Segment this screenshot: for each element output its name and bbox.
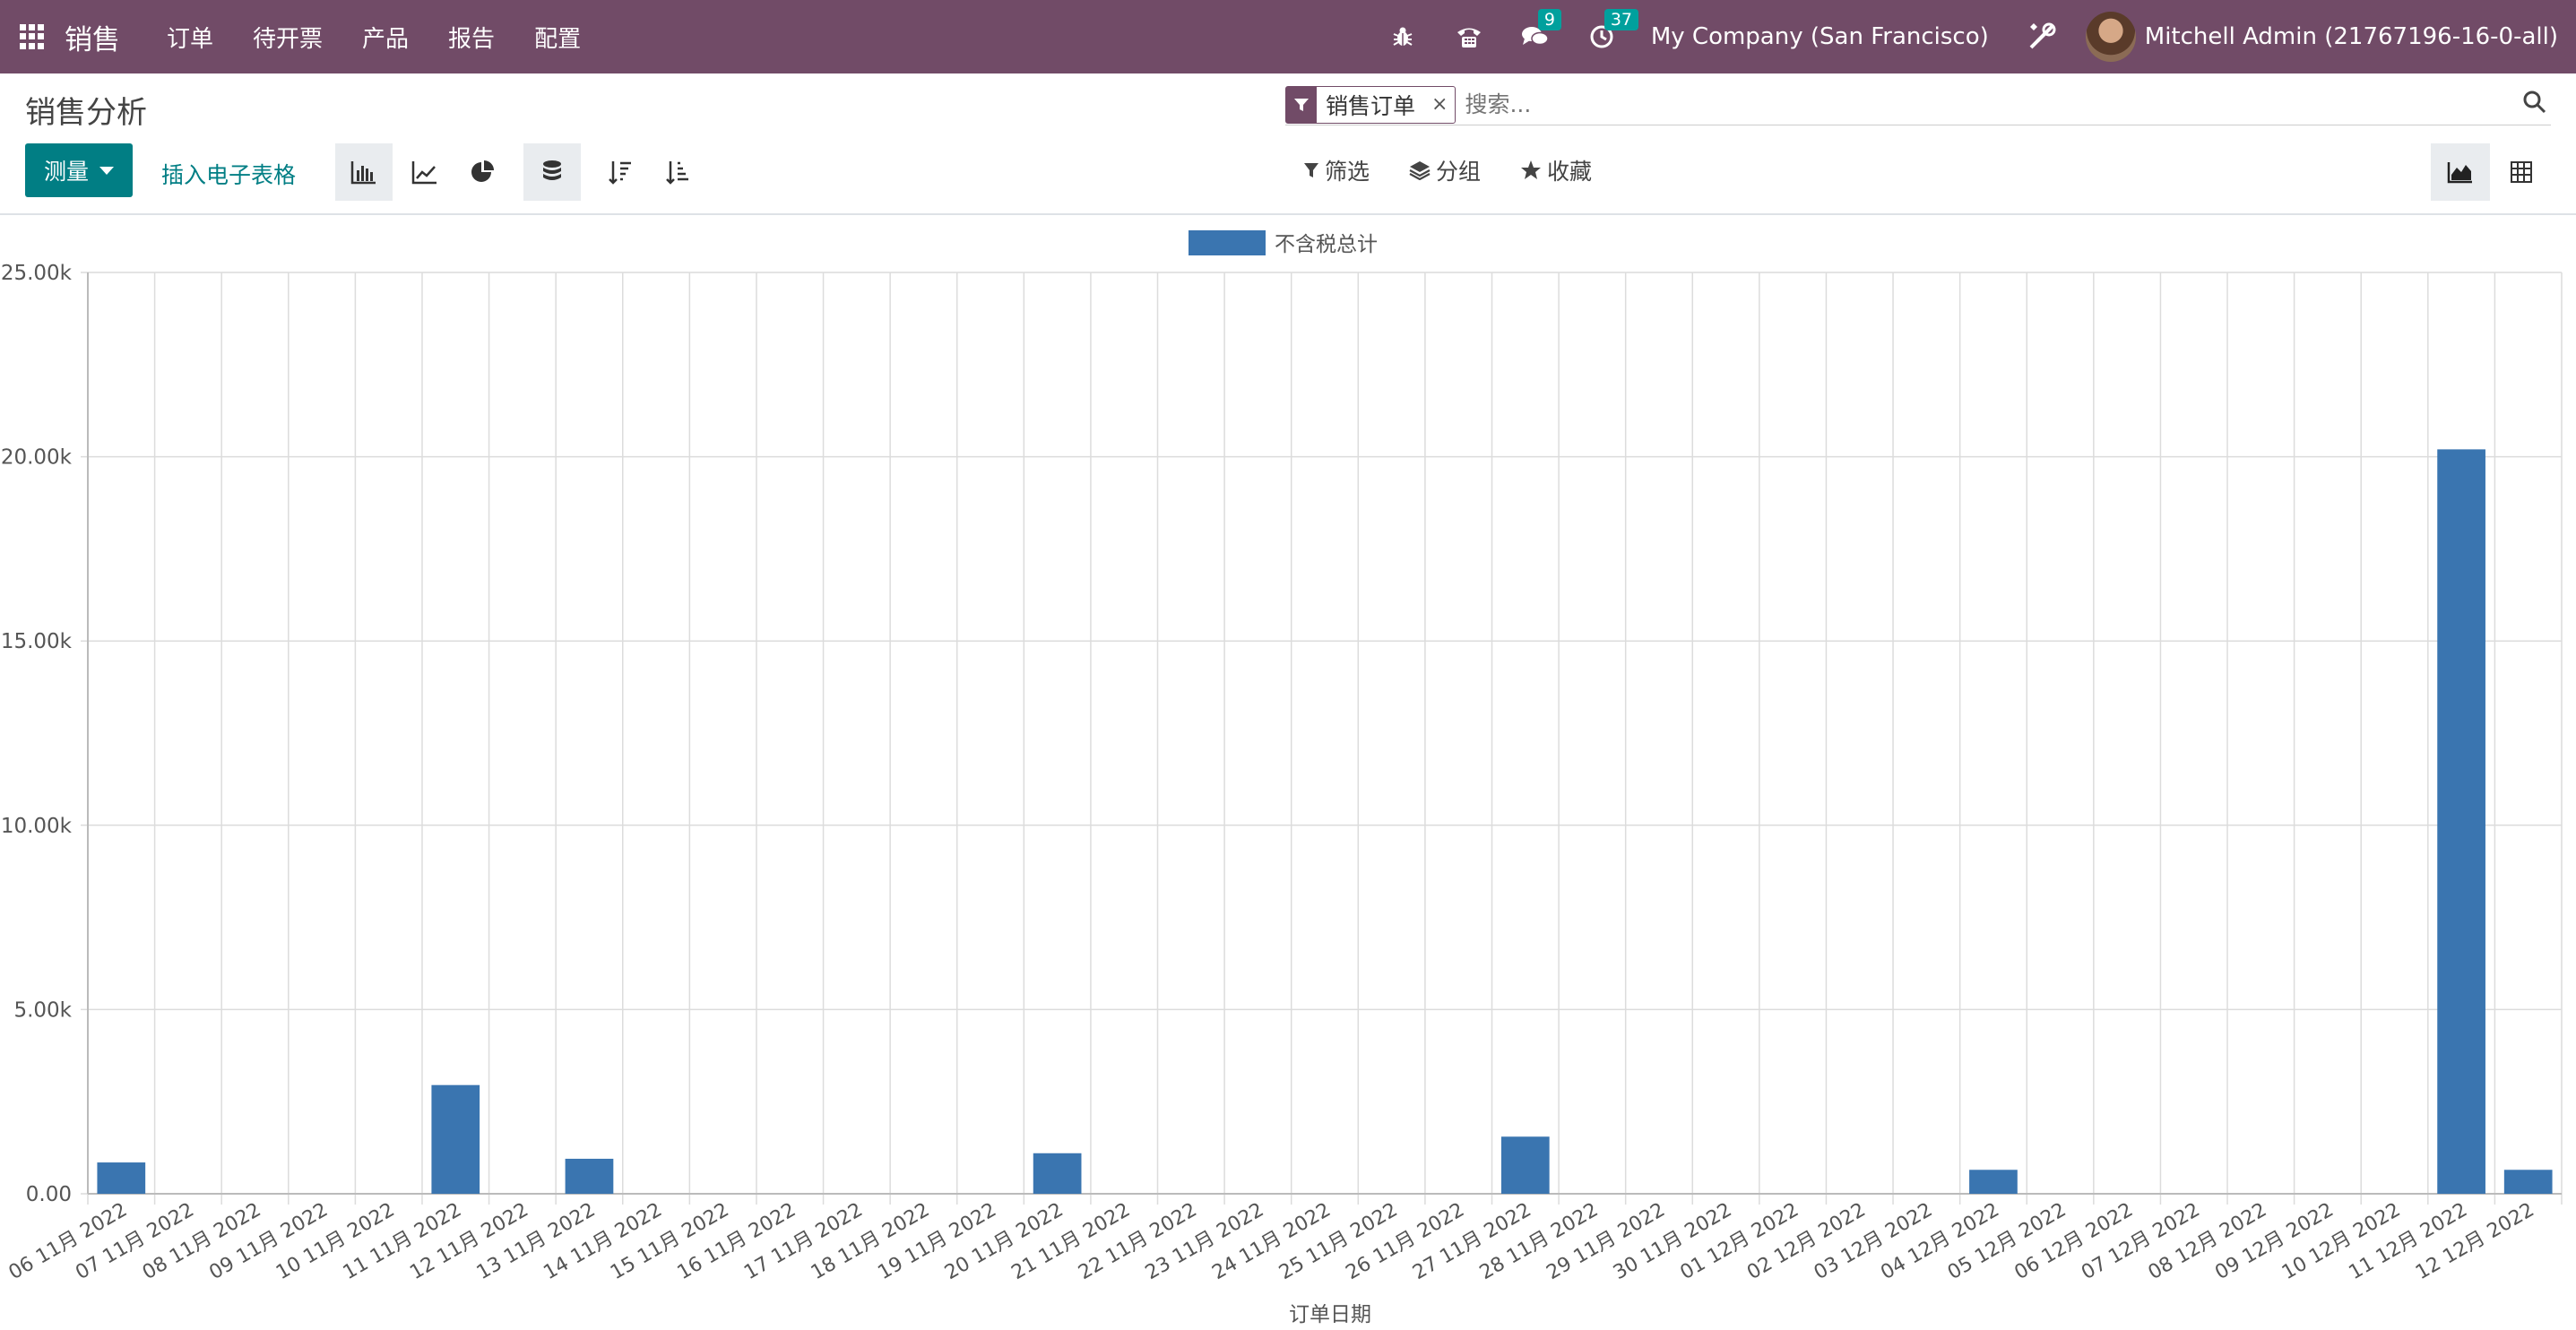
y-tick-label: 20.00k <box>1 446 73 470</box>
sort-descending-button[interactable] <box>592 143 649 201</box>
menu-reporting[interactable]: 报告 <box>448 21 495 54</box>
y-tick-label: 15.00k <box>1 630 73 653</box>
debug-bug-icon[interactable] <box>1387 22 1418 52</box>
layers-icon <box>1409 161 1431 180</box>
filter-icon <box>1286 86 1317 123</box>
menu-orders[interactable]: 订单 <box>167 21 213 54</box>
main-navbar: 销售 订单 待开票 产品 报告 配置 9 37 My Company (San … <box>0 0 2576 73</box>
control-panel-divider <box>0 213 2576 215</box>
search-input[interactable] <box>1465 91 2551 117</box>
group-by-label: 分组 <box>1436 159 1482 185</box>
legend-swatch[interactable] <box>1189 230 1266 255</box>
y-tick-label: 0.00 <box>26 1183 72 1206</box>
pie-chart-icon <box>471 160 494 182</box>
bar-06-11月-2022[interactable] <box>97 1162 146 1194</box>
bar-20-11月-2022[interactable] <box>1033 1153 1082 1194</box>
sort-ascending-icon <box>666 161 688 185</box>
search-icon[interactable] <box>2522 90 2547 118</box>
apps-menu-icon[interactable] <box>20 24 45 49</box>
tools-icon[interactable] <box>2027 22 2057 52</box>
user-menu[interactable]: Mitchell Admin (21767196-16-0-all) <box>2145 23 2558 50</box>
line-chart-icon <box>411 161 437 185</box>
legend-label: 不含税总计 <box>1275 233 1378 256</box>
menu-products[interactable]: 产品 <box>362 21 409 54</box>
stacked-toggle-button[interactable] <box>523 143 581 201</box>
bar-chart-mode-button[interactable] <box>335 143 393 201</box>
company-switcher[interactable]: My Company (San Francisco) <box>1651 23 1989 50</box>
menu-to-invoice[interactable]: 待开票 <box>253 21 323 54</box>
sort-descending-icon <box>609 161 631 185</box>
x-axis-label: 订单日期 <box>1289 1303 1371 1326</box>
bar-12-12月-2022[interactable] <box>2503 1170 2553 1194</box>
app-name[interactable]: 销售 <box>65 17 120 57</box>
pivot-view-button[interactable] <box>2492 143 2551 201</box>
favorites-dropdown[interactable]: 收藏 <box>1520 154 1592 186</box>
bar-27-11月-2022[interactable] <box>1500 1136 1550 1194</box>
y-tick-label: 10.00k <box>1 815 73 838</box>
favorites-label: 收藏 <box>1547 159 1593 185</box>
bar-04-12月-2022[interactable] <box>1969 1170 2018 1194</box>
y-tick-label: 25.00k <box>1 262 73 285</box>
y-tick-label: 5.00k <box>13 998 72 1022</box>
messages-chat-icon[interactable]: 9 <box>1520 9 1561 52</box>
page-title: 销售分析 <box>25 95 147 131</box>
insert-spreadsheet-button[interactable]: 插入电子表格 <box>161 158 296 190</box>
line-chart-mode-button[interactable] <box>396 143 454 201</box>
x-tick-label: 12 12月 2022 <box>2412 1199 2538 1285</box>
phone-icon[interactable] <box>1454 22 1484 52</box>
bar-11-11月-2022[interactable] <box>431 1084 480 1194</box>
search-facet: 销售订单 × <box>1285 85 1457 124</box>
sort-ascending-button[interactable] <box>649 143 706 201</box>
measure-label: 测量 <box>43 159 89 185</box>
caret-down-icon <box>99 166 114 175</box>
filters-dropdown[interactable]: 筛选 <box>1303 154 1370 186</box>
pie-chart-mode-button[interactable] <box>454 143 511 201</box>
measure-button[interactable]: 测量 <box>25 143 133 197</box>
user-avatar[interactable] <box>2085 12 2136 62</box>
facet-value: 销售订单 <box>1326 92 1416 119</box>
filter-funnel-icon <box>1304 163 1318 177</box>
search-bar: 销售订单 × <box>1285 84 2551 125</box>
facet-remove-button[interactable]: × <box>1424 87 1455 123</box>
filters-label: 筛选 <box>1325 159 1370 185</box>
group-by-dropdown[interactable]: 分组 <box>1409 154 1481 186</box>
database-stack-icon <box>543 160 561 180</box>
area-chart-icon <box>2447 162 2472 184</box>
sales-bar-chart: 0.005.00k10.00k15.00k20.00k25.00k 06 11月… <box>1 230 2563 1326</box>
bar-11-12月-2022[interactable] <box>2437 449 2485 1195</box>
activities-clock-icon[interactable]: 37 <box>1586 9 1639 52</box>
bar-chart-icon <box>350 161 376 185</box>
bar-13-11月-2022[interactable] <box>565 1158 614 1194</box>
graph-view-button[interactable] <box>2431 143 2490 201</box>
star-icon <box>1521 160 1541 179</box>
activities-count-badge: 37 <box>1604 9 1639 30</box>
messages-count-badge: 9 <box>1537 9 1561 30</box>
menu-configuration[interactable]: 配置 <box>534 21 581 54</box>
table-grid-icon <box>2511 161 2532 183</box>
